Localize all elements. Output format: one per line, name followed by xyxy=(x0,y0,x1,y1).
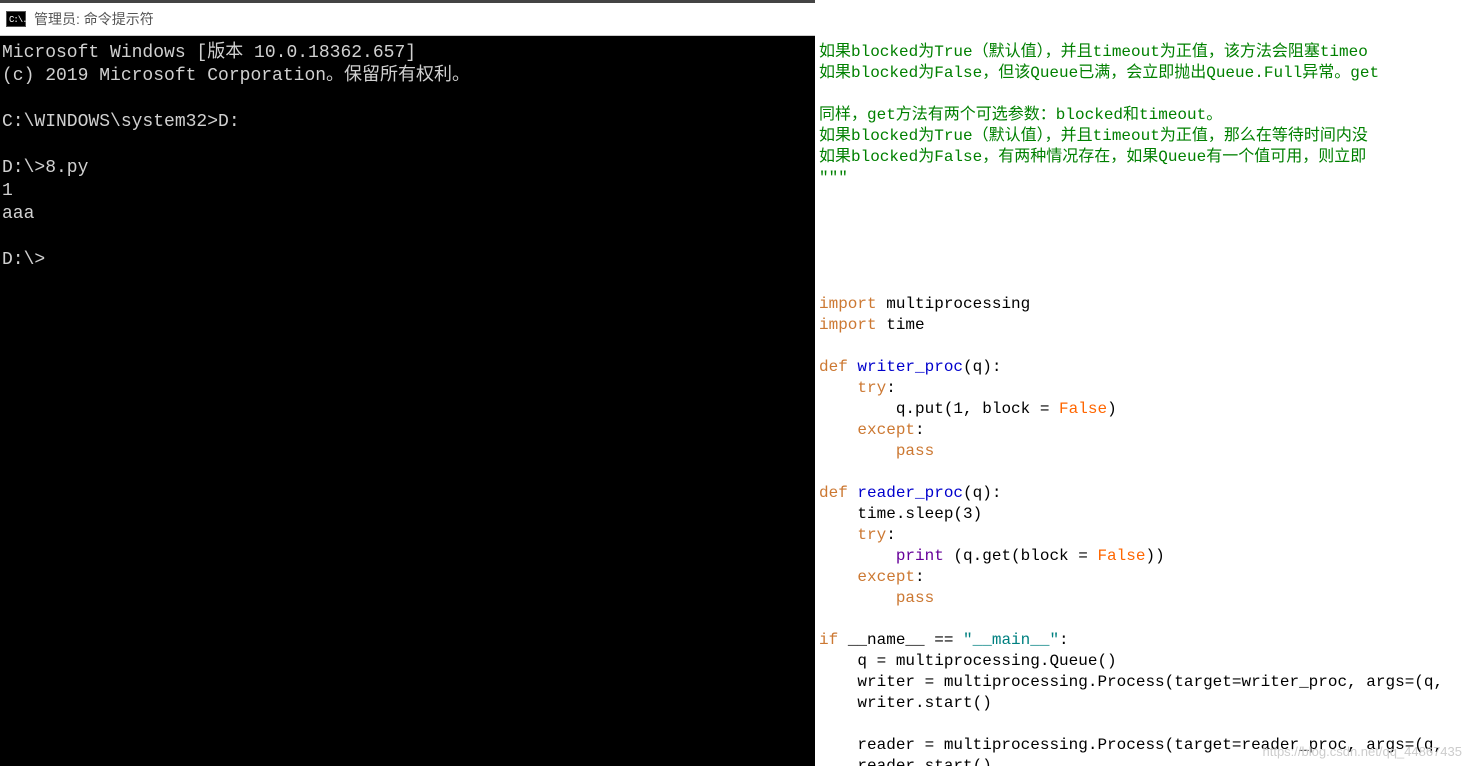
comment-line: 如果blocked为False，但该Queue已满，会立即抛出Queue.Ful… xyxy=(819,63,1468,84)
code-token: try xyxy=(857,379,886,397)
code-token: def xyxy=(819,358,857,376)
code-line xyxy=(819,714,1468,735)
code-token: : xyxy=(915,568,925,586)
code-line: writer = multiprocessing.Process(target=… xyxy=(819,672,1468,693)
code-token: 3 xyxy=(963,505,973,523)
code-token: q = multiprocessing.Queue() xyxy=(819,652,1117,670)
code-token: : xyxy=(915,421,925,439)
code-token: reader_proc xyxy=(857,484,963,502)
code-token: import xyxy=(819,295,886,313)
docstring-comment: 如果blocked为True（默认值），并且timeout为正值，该方法会阻塞t… xyxy=(815,42,1468,189)
comment-line: 如果blocked为False，有两种情况存在，如果Queue有一个值可用，则立… xyxy=(819,147,1468,168)
code-token: (q.get(block = xyxy=(944,547,1098,565)
code-line xyxy=(819,609,1468,630)
code-line: q.put(1, block = False) xyxy=(819,399,1468,420)
comment-line xyxy=(819,84,1468,105)
python-code: import multiprocessingimport time def wr… xyxy=(815,231,1468,766)
code-line: import time xyxy=(819,315,1468,336)
code-token xyxy=(819,589,896,607)
code-line: if __name__ == "__main__": xyxy=(819,630,1468,651)
code-line: try: xyxy=(819,525,1468,546)
cmd-icon: C:\. xyxy=(6,11,26,27)
code-token: pass xyxy=(896,589,934,607)
code-token: def xyxy=(819,484,857,502)
watermark-text: https://blog.csdn.net/qq_44867435 xyxy=(1263,741,1463,762)
code-line: def writer_proc(q): xyxy=(819,357,1468,378)
code-line: pass xyxy=(819,588,1468,609)
comment-line: 同样，get方法有两个可选参数：blocked和timeout。 xyxy=(819,105,1468,126)
code-line: q = multiprocessing.Queue() xyxy=(819,651,1468,672)
code-line: writer.start() xyxy=(819,693,1468,714)
code-token: q.put( xyxy=(819,400,953,418)
code-line xyxy=(819,252,1468,273)
code-line: print (q.get(block = False)) xyxy=(819,546,1468,567)
code-token: ) xyxy=(1107,400,1117,418)
code-line: time.sleep(3) xyxy=(819,504,1468,525)
code-token: except xyxy=(857,568,915,586)
code-line: except: xyxy=(819,567,1468,588)
code-token xyxy=(819,526,857,544)
code-token xyxy=(819,442,896,460)
code-token: : xyxy=(1059,631,1069,649)
code-token: , block = xyxy=(963,400,1059,418)
code-line: import multiprocessing xyxy=(819,294,1468,315)
code-token: "__main__" xyxy=(963,631,1059,649)
code-token: False xyxy=(1097,547,1145,565)
code-token: reader.start() xyxy=(819,757,992,766)
code-token: (q): xyxy=(963,358,1001,376)
code-token xyxy=(819,379,857,397)
code-line: except: xyxy=(819,420,1468,441)
code-token: try xyxy=(857,526,886,544)
code-line: def reader_proc(q): xyxy=(819,483,1468,504)
code-token: time.sleep( xyxy=(819,505,963,523)
code-token: print xyxy=(896,547,944,565)
code-token xyxy=(819,421,857,439)
code-token: )) xyxy=(1145,547,1164,565)
comment-line: 如果blocked为True（默认值），并且timeout为正值，那么在等待时间… xyxy=(819,126,1468,147)
code-token: __name__ == xyxy=(848,631,963,649)
code-line xyxy=(819,336,1468,357)
code-token: : xyxy=(886,379,896,397)
code-line xyxy=(819,273,1468,294)
code-token: 1 xyxy=(953,400,963,418)
code-line: try: xyxy=(819,378,1468,399)
code-token xyxy=(819,568,857,586)
cmd-window: C:\. 管理员: 命令提示符 Microsoft Windows [版本 10… xyxy=(0,0,815,766)
comment-line: """ xyxy=(819,168,1468,189)
code-token: : xyxy=(886,526,896,544)
code-token: time xyxy=(886,316,924,334)
editor-pane: 如果blocked为True（默认值），并且timeout为正值，该方法会阻塞t… xyxy=(815,0,1468,766)
terminal-body[interactable]: Microsoft Windows [版本 10.0.18362.657] (c… xyxy=(0,36,815,766)
code-token: writer = multiprocessing.Process(target=… xyxy=(819,673,1443,691)
code-token: import xyxy=(819,316,886,334)
code-token: (q): xyxy=(963,484,1001,502)
code-token: ) xyxy=(973,505,983,523)
code-line xyxy=(819,231,1468,252)
code-token: except xyxy=(857,421,915,439)
title-bar[interactable]: C:\. 管理员: 命令提示符 xyxy=(0,0,815,36)
code-line: pass xyxy=(819,441,1468,462)
code-token: writer_proc xyxy=(857,358,963,376)
code-token xyxy=(819,547,896,565)
window-title: 管理员: 命令提示符 xyxy=(34,9,154,29)
code-token: False xyxy=(1059,400,1107,418)
code-token: if xyxy=(819,631,848,649)
code-token: pass xyxy=(896,442,934,460)
code-token: writer.start() xyxy=(819,694,992,712)
code-line xyxy=(819,462,1468,483)
code-token: multiprocessing xyxy=(886,295,1030,313)
comment-line: 如果blocked为True（默认值），并且timeout为正值，该方法会阻塞t… xyxy=(819,42,1468,63)
